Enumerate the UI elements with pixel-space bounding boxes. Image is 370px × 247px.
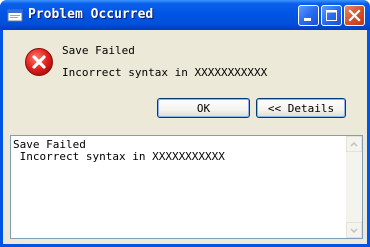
error-message: Incorrect syntax in XXXXXXXXXXX [62, 66, 268, 79]
details-text: Save Failed Incorrect syntax in XXXXXXXX… [13, 138, 225, 163]
vertical-scrollbar[interactable] [346, 136, 362, 238]
details-button[interactable]: << Details [256, 98, 346, 118]
dialog-body: Save Failed Incorrect syntax in XXXXXXXX… [3, 30, 367, 244]
dialog-window: Problem Occurred Save Failed Incorrect s… [0, 0, 370, 247]
details-button-label: << Details [267, 101, 335, 115]
title-bar[interactable]: Problem Occurred [0, 0, 370, 30]
minimize-icon [304, 18, 311, 21]
minimize-button[interactable] [298, 5, 319, 26]
maximize-button[interactable] [321, 5, 342, 26]
maximize-icon [326, 10, 337, 21]
window-title: Problem Occurred [28, 7, 154, 22]
app-icon [7, 8, 23, 22]
chevron-up-icon [350, 141, 358, 147]
ok-button[interactable]: OK [157, 98, 250, 118]
details-textarea[interactable]: Save Failed Incorrect syntax in XXXXXXXX… [10, 135, 363, 239]
error-heading: Save Failed [62, 44, 135, 57]
close-icon [348, 9, 361, 22]
chevron-down-icon [350, 228, 358, 234]
scroll-up-button[interactable] [346, 136, 362, 152]
ok-button-label: OK [196, 101, 211, 115]
scroll-down-button[interactable] [346, 222, 362, 238]
error-icon [24, 47, 54, 77]
close-button[interactable] [344, 5, 365, 26]
